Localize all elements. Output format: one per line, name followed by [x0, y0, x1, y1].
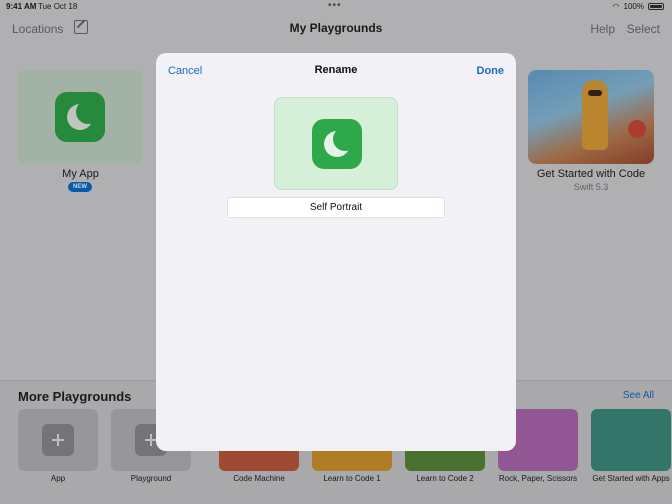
- app-preview-tile: [274, 97, 398, 190]
- dialog-title: Rename: [314, 64, 358, 76]
- name-field[interactable]: [227, 197, 445, 218]
- done-button[interactable]: Done: [477, 65, 505, 77]
- rename-dialog: Cancel Rename Done: [156, 53, 516, 451]
- moon-app-icon: [312, 119, 362, 169]
